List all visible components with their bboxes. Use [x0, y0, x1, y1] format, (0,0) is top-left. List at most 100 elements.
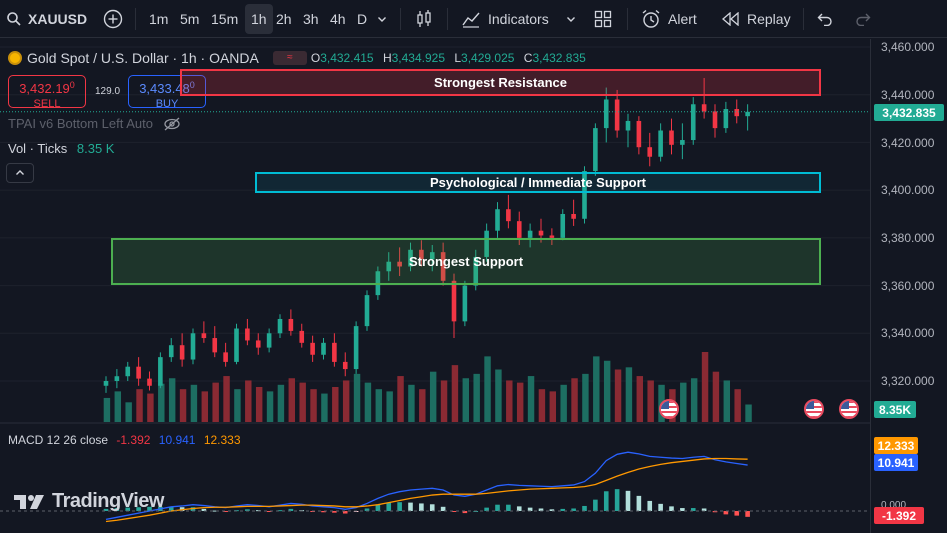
candle-body	[234, 328, 239, 362]
macd-histogram-bar	[593, 499, 598, 511]
candle-body	[158, 357, 163, 386]
add-symbol-button[interactable]	[103, 0, 123, 38]
volume-bar	[179, 389, 187, 422]
volume-legend: Vol · Ticks 8.35 K	[8, 141, 114, 156]
volume-bar	[680, 382, 687, 422]
psych-support-zone[interactable]: Psychological / Immediate Support	[255, 172, 821, 193]
macd-histogram-bar	[723, 511, 729, 515]
axis-tick: 3,400.000	[881, 183, 935, 197]
timeframe-d[interactable]: D	[353, 0, 371, 38]
volume-bar	[103, 397, 111, 422]
sell-price: 3,432.19	[19, 81, 70, 96]
top-toolbar: XAUUSD 1m 5m 15m 1h 2h 3h 4h D Indicator…	[0, 0, 947, 38]
volume-bar	[582, 373, 589, 422]
candle-body	[353, 326, 359, 370]
volume-bar	[647, 380, 654, 422]
volume-bar	[310, 389, 317, 422]
volume-bar	[266, 391, 274, 422]
volume-bar	[364, 382, 372, 422]
volume-bar	[440, 380, 448, 422]
candle-body	[103, 381, 109, 386]
legend-toggle[interactable]: ≈	[272, 51, 307, 65]
eye-off-icon[interactable]	[163, 117, 181, 131]
price-axis[interactable]: 3,460.000 3,440.000 3,420.000 3,400.000 …	[870, 39, 947, 533]
alert-button[interactable]: Alert	[641, 0, 697, 38]
volume-bar	[245, 380, 252, 422]
collapse-legend-button[interactable]	[6, 163, 34, 183]
us-flag-event-icon[interactable]	[839, 399, 859, 419]
redo-button[interactable]	[855, 0, 871, 38]
chart-type-button[interactable]	[414, 0, 434, 38]
macd-histogram-bar	[506, 504, 511, 511]
price-chart[interactable]	[0, 39, 870, 533]
timeframe-15m[interactable]: 15m	[207, 0, 242, 38]
candle-body	[593, 128, 598, 172]
volume-bar	[527, 376, 535, 422]
undo-icon	[817, 13, 832, 26]
macd-histogram-bar	[495, 504, 500, 511]
candle-body	[669, 130, 674, 145]
volume-bar	[745, 404, 752, 422]
candle-body	[625, 120, 631, 131]
candle-body	[745, 111, 750, 117]
alarm-clock-icon	[642, 9, 660, 28]
candle-body	[560, 214, 566, 238]
volume-bar	[299, 382, 306, 422]
sell-button[interactable]: 3,432.190 SELL	[8, 75, 86, 110]
chart-pane[interactable]	[0, 39, 870, 533]
candle-body	[701, 104, 707, 112]
timeframe-dropdown[interactable]	[377, 0, 387, 38]
macd-histogram-bar	[614, 489, 620, 511]
timeframe-2h[interactable]: 2h	[272, 0, 296, 38]
candle-body	[245, 328, 250, 341]
indicators-button[interactable]: Indicators	[461, 0, 549, 38]
watermark-text: TradingView	[52, 490, 164, 512]
volume-bar	[288, 378, 296, 422]
volume-bar	[462, 378, 470, 422]
us-flag-event-icon[interactable]	[804, 399, 824, 419]
tradingview-logo[interactable]: TradingView	[14, 490, 164, 513]
volume-bar	[234, 389, 241, 422]
symbol-search[interactable]: XAUUSD	[6, 0, 87, 38]
candle-body	[506, 209, 511, 222]
replay-button[interactable]: Replay	[722, 0, 791, 38]
volume-bar	[255, 387, 263, 422]
timeframe-1h[interactable]: 1h	[245, 4, 273, 34]
candle-body	[614, 99, 620, 131]
candle-body	[680, 140, 685, 145]
search-icon	[7, 12, 21, 26]
support-zone[interactable]: Strongest Support	[111, 238, 821, 285]
candle-body	[495, 209, 500, 231]
timeframe-1m[interactable]: 1m	[145, 0, 172, 38]
divider	[803, 8, 804, 30]
axis-tick: 3,460.000	[881, 40, 935, 54]
candles-icon	[417, 10, 431, 27]
symbol-legend: Gold Spot / U.S. Dollar · 1h · OANDA ≈ O…	[8, 50, 592, 66]
timeframe-3h[interactable]: 3h	[299, 0, 323, 38]
timeframe-4h[interactable]: 4h	[326, 0, 350, 38]
divider	[135, 8, 136, 30]
volume-bar	[419, 389, 426, 422]
volume-bar	[408, 384, 415, 422]
candle-body	[136, 366, 141, 379]
current-price-tag: 3,432.835	[874, 104, 944, 121]
volume-bar	[560, 384, 567, 422]
volume-bar	[484, 356, 491, 422]
undo-button[interactable]	[817, 0, 833, 38]
volume-bar	[451, 365, 459, 422]
symbol-title: Gold Spot / U.S. Dollar · 1h · OANDA	[27, 50, 259, 66]
indicators-dropdown[interactable]	[566, 0, 576, 38]
volume-bar	[571, 378, 578, 422]
macd-hist-value: -1.392	[116, 433, 151, 447]
indicator-row[interactable]: TPAI v6 Bottom Left Auto	[8, 116, 181, 131]
candle-body	[321, 342, 326, 355]
macd-histogram-bar	[408, 502, 413, 511]
volume-bar	[473, 373, 480, 422]
layouts-button[interactable]	[594, 0, 612, 38]
timeframe-5m[interactable]: 5m	[176, 0, 203, 38]
candle-body	[734, 109, 740, 117]
resistance-label: Strongest Resistance	[434, 75, 567, 90]
resistance-zone[interactable]: Strongest Resistance	[180, 69, 821, 96]
axis-tick: 3,420.000	[881, 136, 935, 150]
us-flag-event-icon[interactable]	[659, 399, 679, 419]
